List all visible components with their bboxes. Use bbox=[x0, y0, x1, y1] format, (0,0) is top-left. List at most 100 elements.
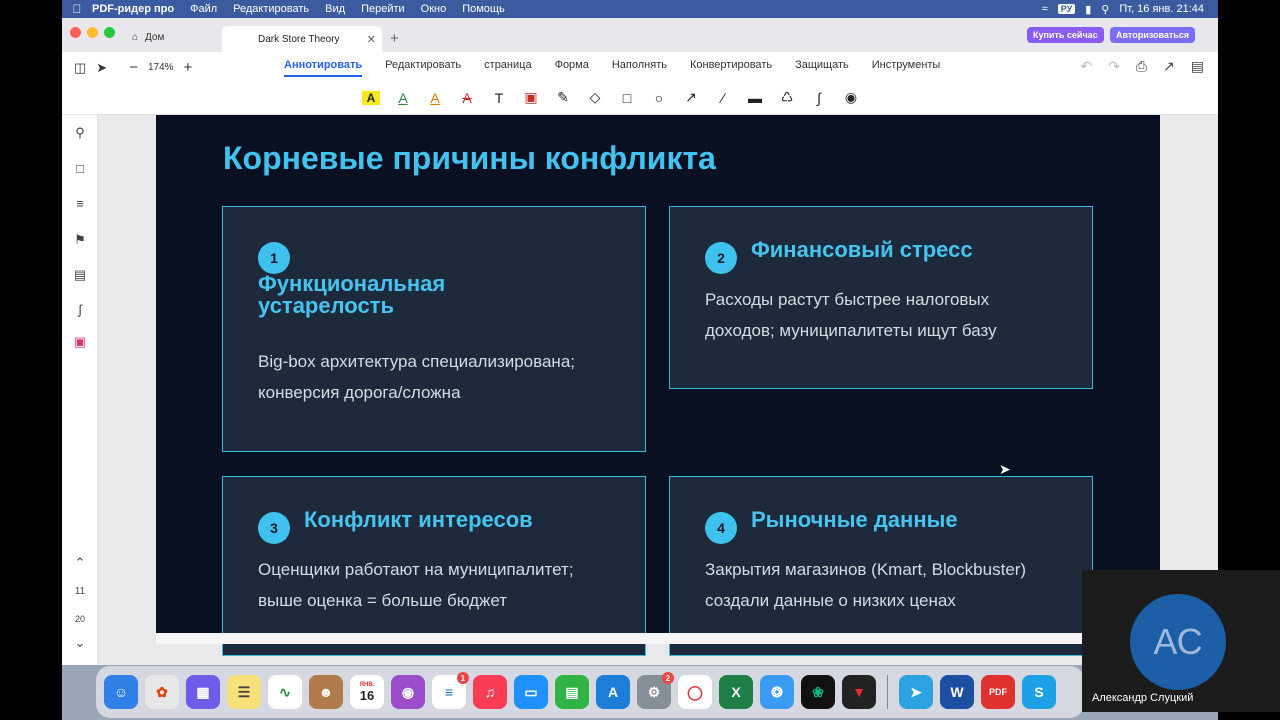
buy-now-button[interactable]: Купить сейчас bbox=[1027, 27, 1104, 43]
undo-icon[interactable]: ↶ bbox=[1080, 58, 1092, 75]
current-page[interactable]: 11 bbox=[68, 586, 92, 597]
zoom-out-button[interactable]: − bbox=[129, 59, 138, 76]
settings-badge: 2 bbox=[662, 672, 674, 684]
reminders-icon[interactable]: ≡ 1 bbox=[432, 672, 469, 709]
photos-icon[interactable]: ✿ bbox=[145, 675, 179, 709]
contacts-icon[interactable]: ☻ bbox=[309, 675, 343, 709]
tab-edit[interactable]: Редактировать bbox=[385, 59, 461, 77]
shield-app-icon[interactable]: ▼ bbox=[842, 675, 876, 709]
freeform-icon[interactable]: ∿ bbox=[268, 675, 302, 709]
chrome-icon[interactable]: ◯ bbox=[678, 675, 712, 709]
apple-icon[interactable]:  bbox=[62, 2, 92, 16]
participant-video-tile[interactable]: АС Александр Слуцкий bbox=[1082, 570, 1280, 712]
pages-icon[interactable]: □ bbox=[72, 161, 88, 176]
system-settings-icon[interactable]: ⚙ 2 bbox=[637, 672, 674, 709]
menu-view[interactable]: Вид bbox=[325, 3, 345, 15]
share-icon[interactable]: ↗ bbox=[1163, 58, 1175, 75]
pdf-doc-icon[interactable]: PDF bbox=[981, 675, 1015, 709]
notes-icon[interactable]: ☰ bbox=[227, 675, 261, 709]
arrow-icon[interactable]: ↗ bbox=[682, 89, 700, 106]
stamp-icon[interactable]: ♺ bbox=[778, 89, 796, 106]
tab-page[interactable]: страница bbox=[484, 59, 531, 77]
strikethrough-icon[interactable]: A bbox=[458, 90, 476, 106]
main-toolbar: ◫ ➤ − 174% + Аннотировать Редактировать … bbox=[62, 52, 1218, 82]
keynote-icon[interactable]: ▭ bbox=[514, 675, 548, 709]
zoom-control: − 174% + bbox=[129, 59, 192, 76]
signature-icon[interactable]: ∫ bbox=[810, 90, 828, 106]
input-language[interactable]: РУ bbox=[1057, 4, 1076, 14]
bookmark-icon[interactable]: ⚑ bbox=[72, 232, 88, 248]
annotation-toolbar: A A A A T ▣ ✎ ◇ □ ○ ↗ ∕ ▬ ♺ ∫ ◉ bbox=[62, 82, 1218, 115]
tab-protect[interactable]: Защищать bbox=[795, 59, 849, 77]
comment-icon[interactable]: ▣ bbox=[522, 89, 540, 106]
menu-edit[interactable]: Редактировать bbox=[233, 3, 309, 15]
menu-window[interactable]: Окно bbox=[421, 3, 447, 15]
tab-document-label: Dark Store Theory bbox=[258, 33, 340, 45]
measure-icon[interactable]: ▬ bbox=[746, 90, 764, 106]
search-icon[interactable]: ⚲ bbox=[1101, 3, 1109, 16]
document-viewport[interactable]: Корневые причины конфликта 1 Функциональ… bbox=[98, 115, 1218, 665]
calendar-icon[interactable]: ЯНВ. 16 bbox=[350, 675, 384, 709]
tab-fill[interactable]: Наполнять bbox=[612, 59, 667, 77]
card-text: Расходы растут быстрее налоговых доходов… bbox=[705, 290, 997, 340]
tab-document[interactable]: Dark Store Theory ✕ bbox=[222, 26, 382, 52]
ai-app-icon[interactable]: ❀ bbox=[801, 675, 835, 709]
battery-icon[interactable]: ▮ bbox=[1085, 3, 1091, 16]
signature-panel-icon[interactable]: ∫ bbox=[72, 302, 88, 317]
word-doc-icon[interactable]: W bbox=[940, 675, 974, 709]
pencil-icon[interactable]: ✎ bbox=[554, 89, 572, 106]
redo-icon[interactable]: ↷ bbox=[1108, 58, 1120, 75]
menu-file[interactable]: Файл bbox=[190, 3, 217, 15]
outline-icon[interactable]: ≡ bbox=[72, 196, 88, 211]
minimize-window-button[interactable] bbox=[87, 27, 98, 38]
page-down-icon[interactable]: ⌄ bbox=[72, 635, 88, 651]
tab-convert[interactable]: Конвертировать bbox=[690, 59, 772, 77]
safari-icon[interactable]: ❂ bbox=[760, 675, 794, 709]
telegram-icon[interactable]: ➤ bbox=[899, 675, 933, 709]
finder-icon[interactable]: ☺ bbox=[104, 675, 138, 709]
ai-icon[interactable]: ▣ bbox=[72, 334, 88, 350]
zoom-level[interactable]: 174% bbox=[148, 62, 174, 73]
menu-go[interactable]: Перейти bbox=[361, 3, 405, 15]
skype-icon[interactable]: S bbox=[1022, 675, 1056, 709]
tab-home[interactable]: ⌂ Дом bbox=[132, 32, 164, 43]
menu-help[interactable]: Помощь bbox=[462, 3, 505, 15]
sidebar-toggle-icon[interactable]: ◫ bbox=[74, 60, 86, 76]
text-box-icon[interactable]: T bbox=[490, 90, 508, 106]
tab-tools[interactable]: Инструменты bbox=[872, 59, 941, 77]
eye-icon[interactable]: ◉ bbox=[842, 89, 860, 106]
login-button[interactable]: Авторизоваться bbox=[1110, 27, 1196, 43]
print-icon[interactable]: ⎙ bbox=[1136, 58, 1147, 75]
close-window-button[interactable] bbox=[70, 27, 81, 38]
eraser-icon[interactable]: ◇ bbox=[586, 89, 604, 106]
underline-icon[interactable]: A bbox=[394, 90, 412, 106]
wifi-icon[interactable]: ≈ bbox=[1042, 3, 1048, 15]
highlight-icon[interactable]: A bbox=[362, 90, 380, 105]
podcasts-icon[interactable]: ◉ bbox=[391, 675, 425, 709]
excel-icon[interactable]: X bbox=[719, 675, 753, 709]
search-icon[interactable]: ⚲ bbox=[72, 125, 88, 141]
close-tab-icon[interactable]: ✕ bbox=[367, 33, 376, 46]
squiggly-icon[interactable]: A bbox=[426, 90, 444, 106]
panel-icon[interactable]: ▤ bbox=[1191, 58, 1204, 75]
text-panel-icon[interactable]: ▤ bbox=[72, 267, 88, 283]
page-up-icon[interactable]: ⌃ bbox=[72, 555, 88, 571]
card-text: Закрытия магазинов (Kmart, Blockbuster) … bbox=[705, 560, 1027, 610]
zoom-window-button[interactable] bbox=[104, 27, 115, 38]
new-tab-button[interactable]: + bbox=[390, 30, 399, 47]
numbers-icon[interactable]: ▤ bbox=[555, 675, 589, 709]
window-controls bbox=[70, 27, 115, 38]
app-store-icon[interactable]: A bbox=[596, 675, 630, 709]
clock-text[interactable]: Пт, 16 янв. 21:44 bbox=[1119, 3, 1204, 15]
rectangle-icon[interactable]: □ bbox=[618, 90, 636, 106]
line-icon[interactable]: ∕ bbox=[714, 90, 732, 106]
tab-annotate[interactable]: Аннотировать bbox=[284, 59, 363, 77]
zoom-in-button[interactable]: + bbox=[184, 59, 193, 76]
launchpad-icon[interactable]: ▦ bbox=[186, 675, 220, 709]
app-name[interactable]: PDF-ридер про bbox=[92, 3, 174, 15]
music-icon[interactable]: ♫ bbox=[473, 675, 507, 709]
select-tool-icon[interactable]: ➤ bbox=[96, 60, 107, 76]
horizontal-scrollbar[interactable] bbox=[156, 633, 1082, 644]
circle-icon[interactable]: ○ bbox=[650, 90, 668, 106]
tab-form[interactable]: Форма bbox=[555, 59, 589, 77]
